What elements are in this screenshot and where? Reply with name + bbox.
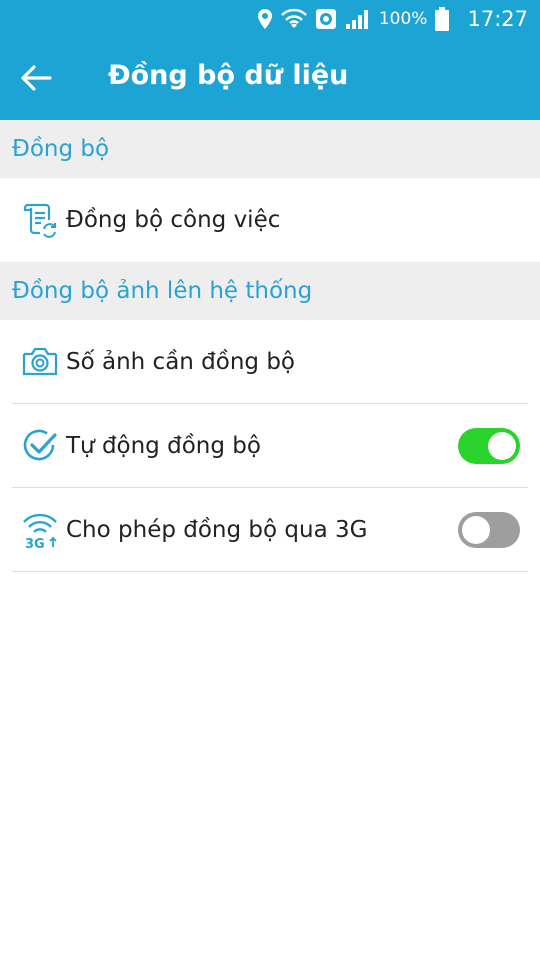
toggle-knob <box>462 516 490 544</box>
auto-sync-label: Tự động đồng bộ <box>66 433 261 459</box>
clock: 17:27 <box>467 7 528 31</box>
auto-sync-toggle[interactable] <box>458 428 520 464</box>
battery-icon <box>435 7 450 31</box>
location-icon <box>257 8 273 30</box>
browser-icon <box>315 8 337 30</box>
section-header-label: Đồng bộ <box>12 136 110 162</box>
section-header-label: Đồng bộ ảnh lên hệ thống <box>12 278 313 304</box>
section-header-photo-sync: Đồng bộ ảnh lên hệ thống <box>0 262 540 320</box>
allow-3g-sync-label: Cho phép đồng bộ qua 3G <box>66 517 368 543</box>
toggle-knob <box>488 432 516 460</box>
divider <box>12 571 528 572</box>
arrow-left-icon <box>20 64 52 96</box>
page-title: Đồng bộ dữ liệu <box>108 60 349 91</box>
svg-text:3G: 3G <box>25 537 45 549</box>
signal-icon <box>345 8 369 30</box>
camera-icon <box>20 342 60 382</box>
app-header: 100% 17:27 Đồng bộ dữ liệu <box>0 0 540 120</box>
wifi-3g-icon: 3G <box>20 510 60 550</box>
task-sync-icon <box>20 200 60 240</box>
auto-sync-row[interactable]: Tự động đồng bộ <box>12 404 528 488</box>
status-icons: 100% 17:27 <box>257 0 528 38</box>
toolbar: Đồng bộ dữ liệu <box>0 38 540 120</box>
check-circle-icon <box>20 426 60 466</box>
battery-percent: 100% <box>378 9 428 29</box>
allow-3g-sync-row[interactable]: 3G Cho phép đồng bộ qua 3G <box>12 488 528 572</box>
photos-to-sync-label: Số ảnh cần đồng bộ <box>66 349 296 375</box>
status-bar: 100% 17:27 <box>0 0 540 38</box>
allow-3g-sync-toggle[interactable] <box>458 512 520 548</box>
section-header-sync: Đồng bộ <box>0 120 540 178</box>
back-button[interactable] <box>14 58 58 102</box>
sync-tasks-label: Đồng bộ công việc <box>66 207 281 233</box>
wifi-icon <box>280 8 307 30</box>
photos-to-sync-row[interactable]: Số ảnh cần đồng bộ <box>12 320 528 404</box>
sync-tasks-row[interactable]: Đồng bộ công việc <box>12 178 528 262</box>
